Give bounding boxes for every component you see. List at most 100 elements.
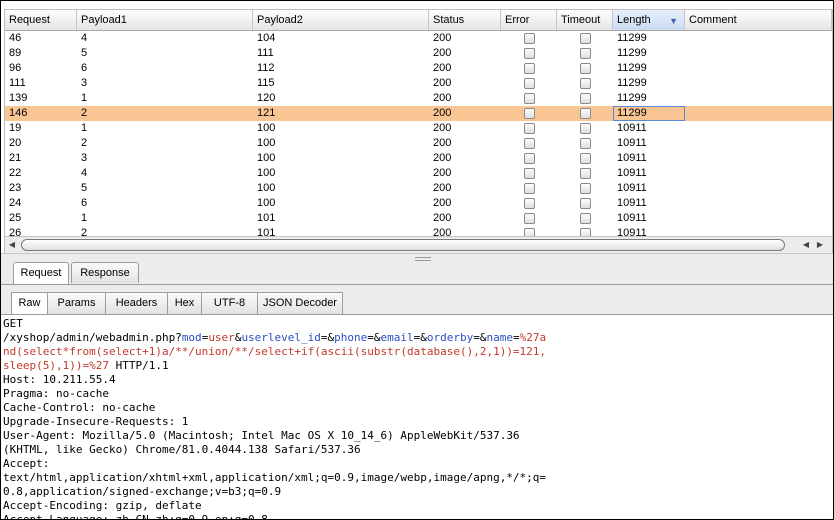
table-row[interactable]: 20 2 100 200 10911 — [5, 136, 832, 151]
timeout-checkbox[interactable] — [580, 213, 591, 224]
error-checkbox[interactable] — [524, 228, 535, 236]
error-checkbox[interactable] — [524, 168, 535, 179]
timeout-checkbox[interactable] — [580, 78, 591, 89]
timeout-checkbox[interactable] — [580, 108, 591, 119]
timeout-checkbox[interactable] — [580, 153, 591, 164]
table-row[interactable]: 19 1 100 200 10911 — [5, 121, 832, 136]
scroll-left-icon[interactable]: ◀ — [799, 237, 813, 252]
header-col-request[interactable]: Request — [5, 10, 77, 30]
table-row[interactable]: 21 3 100 200 10911 — [5, 151, 832, 166]
error-checkbox[interactable] — [524, 48, 535, 59]
cell-payload2: 111 — [257, 47, 274, 59]
cell-payload1: 6 — [81, 62, 88, 74]
scroll-left-icon[interactable]: ◀ — [5, 237, 19, 252]
request-header: Cache-Control: no-cache — [3, 401, 156, 414]
tab-json-decoder[interactable]: JSON Decoder — [257, 292, 343, 314]
table-row[interactable]: 89 5 111 200 11299 — [5, 46, 832, 61]
request-path: /xyshop/admin/webadmin.php? — [3, 331, 182, 344]
timeout-checkbox[interactable] — [580, 48, 591, 59]
cell-status: 200 — [433, 197, 452, 209]
timeout-checkbox[interactable] — [580, 123, 591, 134]
param-name: mod — [181, 331, 202, 344]
raw-request-editor[interactable]: GET /xyshop/admin/webadmin.php?mod = user &… — [3, 317, 831, 519]
table-row[interactable]: 25 1 101 200 10911 — [5, 211, 832, 226]
table-row[interactable]: 22 4 100 200 10911 — [5, 166, 832, 181]
error-checkbox[interactable] — [524, 78, 535, 89]
header-col-error[interactable]: Error — [501, 10, 557, 30]
param-separator: & — [373, 331, 381, 344]
header-col-payload2[interactable]: Payload2 — [253, 10, 429, 30]
error-checkbox[interactable] — [524, 93, 535, 104]
error-checkbox[interactable] — [524, 198, 535, 209]
timeout-checkbox[interactable] — [580, 138, 591, 149]
message-tabs: Request Response — [1, 262, 833, 285]
table-row[interactable]: 146 2 121 200 11299 — [5, 106, 832, 121]
cell-payload1: 5 — [81, 47, 88, 59]
table-row[interactable]: 23 5 100 200 10911 — [5, 181, 832, 196]
timeout-checkbox[interactable] — [580, 63, 591, 74]
error-checkbox[interactable] — [524, 138, 535, 149]
horizontal-scrollbar[interactable]: ◀ ◀ ▶ — [5, 236, 832, 253]
table-row[interactable]: 24 6 100 200 10911 — [5, 196, 832, 211]
timeout-checkbox[interactable] — [580, 93, 591, 104]
table-row[interactable]: 139 1 120 200 11299 — [5, 91, 832, 106]
error-checkbox[interactable] — [524, 108, 535, 119]
timeout-checkbox[interactable] — [580, 198, 591, 209]
cell-status: 200 — [433, 107, 452, 119]
cell-length: 11299 — [617, 32, 647, 44]
header-col-timeout[interactable]: Timeout — [557, 10, 613, 30]
cell-payload2: 115 — [257, 77, 275, 89]
cell-payload2: 100 — [257, 182, 276, 194]
timeout-checkbox[interactable] — [580, 228, 591, 236]
drag-grip-icon[interactable] — [415, 257, 431, 261]
tab-raw[interactable]: Raw — [11, 292, 48, 314]
error-checkbox[interactable] — [524, 63, 535, 74]
scroll-right-icon[interactable]: ▶ — [813, 237, 827, 252]
cell-request: 22 — [9, 167, 22, 179]
tab-params[interactable]: Params — [47, 292, 106, 314]
tab-utf8[interactable]: UTF-8 — [201, 292, 258, 314]
timeout-checkbox[interactable] — [580, 33, 591, 44]
table-row[interactable]: 26 2 101 200 10911 — [5, 226, 832, 236]
timeout-checkbox[interactable] — [580, 183, 591, 194]
error-checkbox[interactable] — [524, 213, 535, 224]
tab-response[interactable]: Response — [71, 262, 139, 283]
cell-length: 11299 — [617, 77, 647, 89]
header-col-payload1[interactable]: Payload1 — [77, 10, 253, 30]
cell-request: 25 — [9, 212, 22, 224]
cell-status: 200 — [433, 77, 452, 89]
table-header: Request Payload1 Payload2 Status Error Timeou… — [5, 10, 832, 31]
header-col-comment[interactable]: Comment — [685, 10, 832, 30]
header-col-status[interactable]: Status — [429, 10, 501, 30]
cell-payload1: 4 — [81, 167, 88, 179]
cell-status: 200 — [433, 152, 452, 164]
error-checkbox[interactable] — [524, 153, 535, 164]
cell-payload2: 100 — [257, 152, 276, 164]
tab-headers[interactable]: Headers — [105, 292, 168, 314]
param-separator: & — [479, 331, 487, 344]
table-row[interactable]: 96 6 112 200 11299 — [5, 61, 832, 76]
cell-payload1: 2 — [81, 137, 88, 149]
request-protocol: HTTP/1.1 — [108, 359, 169, 372]
tab-request[interactable]: Request — [13, 262, 69, 284]
header-col-length[interactable]: Length ▼ — [613, 10, 685, 30]
request-header: Accept: text/html,application/xhtml+xml,… — [3, 457, 547, 498]
timeout-checkbox[interactable] — [580, 168, 591, 179]
cell-payload2: 104 — [257, 32, 276, 44]
param-name: userlevel_id — [241, 331, 321, 344]
error-checkbox[interactable] — [524, 183, 535, 194]
request-header: User-Agent: Mozilla/5.0 (Macintosh; Inte… — [3, 429, 520, 456]
vertical-scrollbar[interactable] — [824, 31, 832, 236]
error-checkbox[interactable] — [524, 123, 535, 134]
table-row[interactable]: 46 4 104 200 11299 — [5, 31, 832, 46]
error-checkbox[interactable] — [524, 33, 535, 44]
cell-payload2: 100 — [257, 197, 276, 209]
horizontal-scroll-thumb[interactable] — [21, 239, 785, 251]
tab-hex[interactable]: Hex — [167, 292, 202, 314]
param-name: orderby — [426, 331, 474, 344]
table-row[interactable]: 111 3 115 200 11299 — [5, 76, 832, 91]
tab-baseline — [1, 314, 833, 315]
cell-payload1: 2 — [81, 227, 88, 236]
cell-status: 200 — [433, 227, 452, 236]
header-label: Timeout — [561, 14, 601, 26]
